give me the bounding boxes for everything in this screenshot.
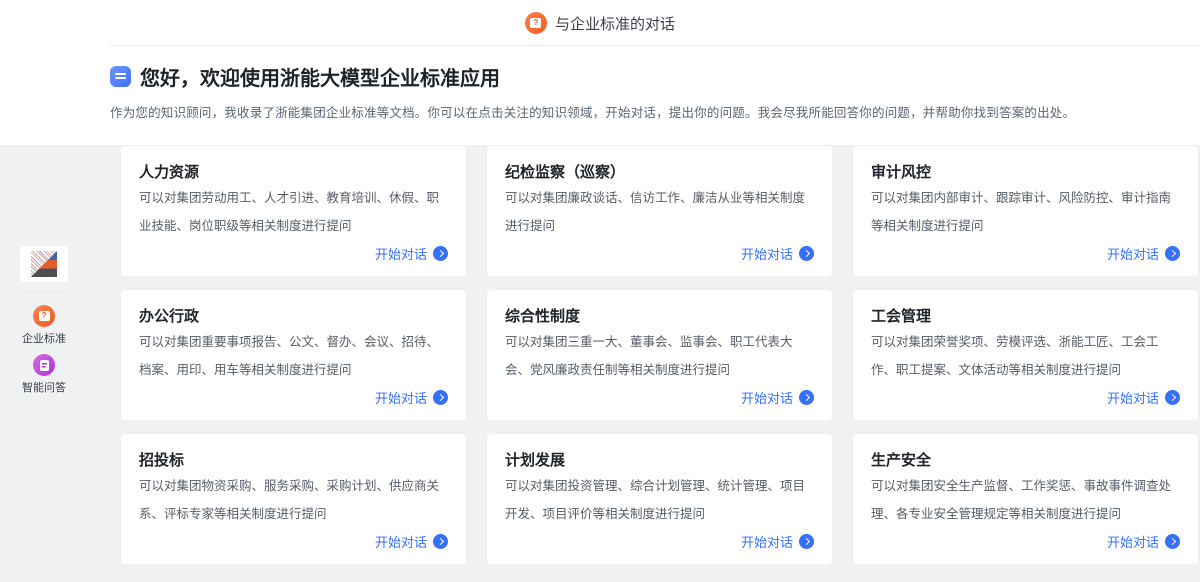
knowledge-card[interactable]: 人力资源 可以对集团劳动用工、人才引进、教育培训、休假、职业技能、岗位职级等相关… [120,145,467,277]
chat-question-icon: ? [525,12,547,34]
arrow-right-circle-icon [433,534,448,549]
top-header: ? 与企业标准的对话 [0,0,1200,46]
start-chat-button[interactable]: 开始对话 [741,532,814,551]
arrow-right-circle-icon [433,246,448,261]
knowledge-card[interactable]: 纪检监察（巡察） 可以对集团廉政谈话、信访工作、廉洁从业等相关制度进行提问 开始… [486,145,833,277]
sidebar-item-smart-qa[interactable]: 智能问答 [22,354,66,395]
knowledge-card[interactable]: 综合性制度 可以对集团三重一大、董事会、监事会、职工代表大会、党风廉政责任制等相… [486,289,833,421]
arrow-right-circle-icon [799,390,814,405]
greeting-subtitle: 作为您的知识顾问，我收录了浙能集团企业标准等文档。你可以在点击关注的知识领域，开… [110,102,1160,121]
card-title: 生产安全 [871,449,1180,470]
card-description: 可以对集团三重一大、董事会、监事会、职工代表大会、党风廉政责任制等相关制度进行提… [505,328,814,384]
cards-section: 人力资源 可以对集团劳动用工、人才引进、教育培训、休假、职业技能、岗位职级等相关… [0,145,1200,582]
card-footer: 开始对话 [139,532,448,551]
card-description: 可以对集团荣誉奖项、劳模评选、浙能工匠、工会工作、职工提案、文体活动等相关制度进… [871,328,1180,384]
card-title: 工会管理 [871,305,1180,326]
page: ? 与企业标准的对话 您好，欢迎使用浙能大模型企业标准应用 作为您的知识顾问，我… [0,0,1200,582]
greeting-section: 您好，欢迎使用浙能大模型企业标准应用 作为您的知识顾问，我收录了浙能集团企业标准… [0,46,1200,145]
start-chat-label: 开始对话 [1107,388,1159,407]
left-sidebar: ? 企业标准 智能问答 [14,246,74,395]
card-footer: 开始对话 [505,388,814,407]
card-title: 计划发展 [505,449,814,470]
start-chat-button[interactable]: 开始对话 [375,532,448,551]
arrow-right-circle-icon [799,246,814,261]
sidebar-item-enterprise-standards[interactable]: ? 企业标准 [22,305,66,346]
card-title: 纪检监察（巡察） [505,161,814,182]
card-description: 可以对集团重要事项报告、公文、督办、会议、招待、档案、用印、用车等相关制度进行提… [139,328,448,384]
knowledge-card[interactable]: 计划发展 可以对集团投资管理、综合计划管理、统计管理、项目开发、项目评价等相关制… [486,433,833,565]
start-chat-label: 开始对话 [741,244,793,263]
card-footer: 开始对话 [139,244,448,263]
chat-question-icon: ? [33,305,55,327]
card-footer: 开始对话 [139,388,448,407]
card-description: 可以对集团廉政谈话、信访工作、廉洁从业等相关制度进行提问 [505,184,814,240]
card-title: 审计风控 [871,161,1180,182]
document-qa-icon [33,354,55,376]
card-title: 人力资源 [139,161,448,182]
page-title: 与企业标准的对话 [555,13,675,34]
arrow-right-circle-icon [799,534,814,549]
logo-tile [20,246,68,282]
card-description: 可以对集团安全生产监督、工作奖惩、事故事件调查处理、各专业安全管理规定等相关制度… [871,472,1180,528]
start-chat-label: 开始对话 [741,532,793,551]
knowledge-card[interactable]: 办公行政 可以对集团重要事项报告、公文、督办、会议、招待、档案、用印、用车等相关… [120,289,467,421]
start-chat-label: 开始对话 [1107,244,1159,263]
card-footer: 开始对话 [871,244,1180,263]
start-chat-label: 开始对话 [375,244,427,263]
card-footer: 开始对话 [505,532,814,551]
card-footer: 开始对话 [505,244,814,263]
card-grid: 人力资源 可以对集团劳动用工、人才引进、教育培训、休假、职业技能、岗位职级等相关… [120,145,1200,565]
arrow-right-circle-icon [433,390,448,405]
start-chat-button[interactable]: 开始对话 [1107,388,1180,407]
start-chat-label: 开始对话 [1107,532,1159,551]
arrow-right-circle-icon [1165,246,1180,261]
card-title: 办公行政 [139,305,448,326]
card-title: 综合性制度 [505,305,814,326]
card-footer: 开始对话 [871,388,1180,407]
start-chat-button[interactable]: 开始对话 [1107,532,1180,551]
start-chat-label: 开始对话 [741,388,793,407]
card-title: 招投标 [139,449,448,470]
start-chat-button[interactable]: 开始对话 [741,244,814,263]
card-description: 可以对集团劳动用工、人才引进、教育培训、休假、职业技能、岗位职级等相关制度进行提… [139,184,448,240]
start-chat-button[interactable]: 开始对话 [375,244,448,263]
chat-bubble-icon [110,66,131,87]
start-chat-button[interactable]: 开始对话 [375,388,448,407]
knowledge-card[interactable]: 生产安全 可以对集团安全生产监督、工作奖惩、事故事件调查处理、各专业安全管理规定… [852,433,1199,565]
start-chat-label: 开始对话 [375,532,427,551]
start-chat-button[interactable]: 开始对话 [741,388,814,407]
rail-divider [24,292,64,293]
knowledge-card[interactable]: 工会管理 可以对集团荣誉奖项、劳模评选、浙能工匠、工会工作、职工提案、文体活动等… [852,289,1199,421]
knowledge-card[interactable]: 招投标 可以对集团物资采购、服务采购、采购计划、供应商关系、评标专家等相关制度进… [120,433,467,565]
sidebar-item-label: 企业标准 [22,330,66,346]
card-description: 可以对集团内部审计、跟踪审计、风险防控、审计指南等相关制度进行提问 [871,184,1180,240]
zhenergy-logo-icon [31,251,57,277]
card-description: 可以对集团物资采购、服务采购、采购计划、供应商关系、评标专家等相关制度进行提问 [139,472,448,528]
greeting-title: 您好，欢迎使用浙能大模型企业标准应用 [140,62,500,91]
card-description: 可以对集团投资管理、综合计划管理、统计管理、项目开发、项目评价等相关制度进行提问 [505,472,814,528]
start-chat-button[interactable]: 开始对话 [1107,244,1180,263]
arrow-right-circle-icon [1165,534,1180,549]
card-footer: 开始对话 [871,532,1180,551]
arrow-right-circle-icon [1165,390,1180,405]
start-chat-label: 开始对话 [375,388,427,407]
knowledge-card[interactable]: 审计风控 可以对集团内部审计、跟踪审计、风险防控、审计指南等相关制度进行提问 开… [852,145,1199,277]
sidebar-item-label: 智能问答 [22,379,66,395]
